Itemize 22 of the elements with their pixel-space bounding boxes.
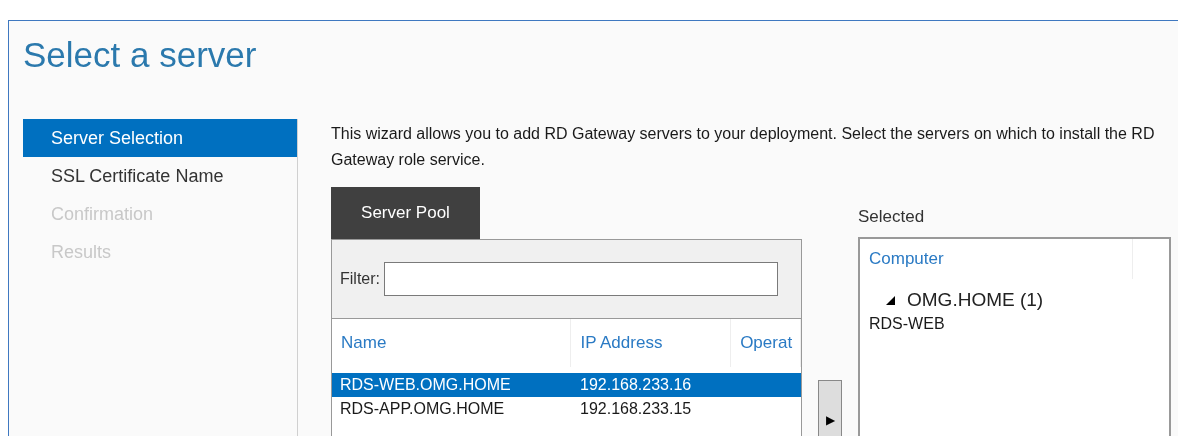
wizard-step[interactable]: SSL Certificate Name [23, 157, 297, 195]
table-cell-text: 192.168.233.16 [579, 376, 693, 394]
selected-label: Selected [858, 207, 926, 227]
collapse-triangle-icon[interactable] [886, 295, 895, 305]
filter-field[interactable] [384, 262, 778, 296]
server-row[interactable]: RDS-WEB.OMG.HOME 192.168.233.16 [332, 373, 801, 397]
wizard-step[interactable]: Server Selection [23, 119, 297, 157]
server-pool-tab[interactable]: Server Pool [331, 187, 480, 239]
filter-label: Filter: [340, 270, 380, 288]
server-row[interactable]: RDS-APP.OMG.HOME 192.168.233.15 [332, 397, 801, 421]
column-header[interactable]: Computer [860, 239, 1133, 279]
computer-entry[interactable]: RDS-WEB [860, 315, 1169, 333]
table-cell-text: 192.168.233.15 [579, 400, 693, 418]
add-button[interactable]: ▶ [818, 380, 842, 436]
column-header[interactable]: Name [332, 319, 572, 367]
table-cell-text: RDS-WEB.OMG.HOME [339, 376, 512, 394]
column-header[interactable]: IP Address [571, 319, 732, 367]
group-label: OMG.HOME (1) [907, 289, 1044, 311]
description-text: This wizard allows you to add RD Gateway servers to your deployment. Select the servers on which to install the RD Gateway role service. [331, 124, 1156, 170]
table-cell-text: RDS-APP.OMG.HOME [339, 400, 506, 418]
page-title: Select a server [23, 35, 257, 75]
column-header[interactable]: Operat [731, 319, 801, 367]
